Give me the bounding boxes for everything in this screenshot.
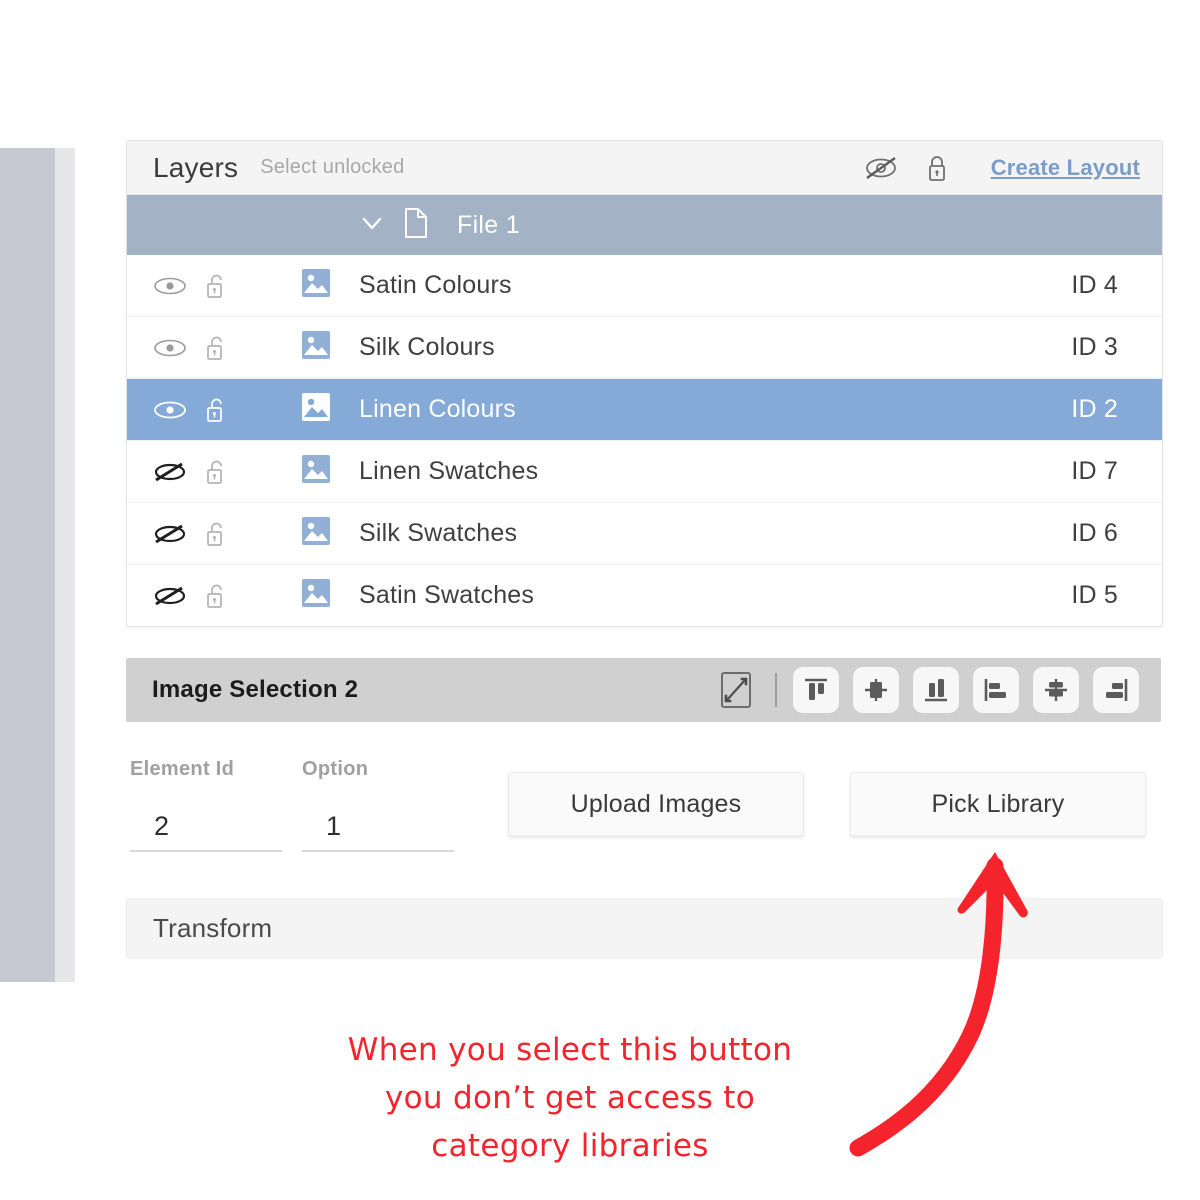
fit-to-frame-icon[interactable] [713, 667, 759, 713]
layer-name: Silk Colours [359, 333, 495, 361]
lock-open-icon[interactable] [199, 396, 233, 424]
page-title: Layers [153, 151, 239, 183]
layer-group-name: File 1 [457, 210, 520, 239]
field-underline [302, 850, 454, 852]
layer-id: ID 3 [1071, 333, 1118, 361]
table-row[interactable]: Satin Swatches ID 5 [127, 565, 1162, 626]
align-center-horizontal-icon[interactable] [853, 667, 899, 713]
element-id-input[interactable]: 2 [130, 811, 282, 842]
layers-subtitle: Select unlocked [260, 156, 405, 178]
left-panel-strip-light [55, 148, 75, 982]
toolbar-divider [775, 673, 777, 707]
alignment-tool-group [699, 667, 1139, 713]
align-center-vertical-icon[interactable] [1033, 667, 1079, 713]
table-row[interactable]: Linen Colours ID 2 [127, 379, 1162, 441]
option-field[interactable]: Option 1 [302, 758, 454, 852]
image-icon [301, 454, 331, 489]
chevron-down-icon[interactable] [359, 210, 385, 241]
lock-open-icon[interactable] [199, 458, 233, 486]
image-icon [301, 392, 331, 427]
image-icon [301, 578, 331, 613]
image-icon [301, 268, 331, 303]
annotation-text: When you select this button you don’t ge… [250, 1026, 890, 1170]
eye-icon[interactable] [147, 399, 193, 421]
eye-icon[interactable] [147, 337, 193, 359]
layer-id: ID 4 [1071, 271, 1118, 299]
image-icon [301, 330, 331, 365]
annotation-line-1: When you select this button [347, 1032, 793, 1068]
align-top-icon[interactable] [793, 667, 839, 713]
pick-library-button[interactable]: Pick Library [850, 772, 1146, 836]
image-selection-toolbar: Image Selection 2 [126, 658, 1161, 722]
element-id-label: Element Id [130, 758, 235, 780]
annotation-line-2: you don’t get access to [384, 1080, 756, 1116]
layer-name: Linen Colours [359, 395, 516, 423]
element-id-field[interactable]: Element Id 2 [130, 758, 282, 852]
layer-id: ID 7 [1071, 457, 1118, 485]
table-row[interactable]: Silk Colours ID 3 [127, 317, 1162, 379]
table-row[interactable]: Linen Swatches ID 7 [127, 441, 1162, 503]
align-right-icon[interactable] [1093, 667, 1139, 713]
table-row[interactable]: Silk Swatches ID 6 [127, 503, 1162, 565]
layer-name: Satin Colours [359, 271, 512, 299]
lock-closed-icon[interactable] [925, 153, 949, 183]
lock-open-icon[interactable] [199, 582, 233, 610]
file-icon [403, 207, 429, 244]
align-bottom-icon[interactable] [913, 667, 959, 713]
layer-id: ID 2 [1071, 395, 1118, 423]
selection-title: Image Selection 2 [152, 676, 359, 703]
lock-open-icon[interactable] [199, 520, 233, 548]
option-label: Option [302, 758, 369, 780]
layer-name: Satin Swatches [359, 581, 535, 609]
upload-images-button[interactable]: Upload Images [508, 772, 804, 836]
transform-section[interactable]: Transform [126, 898, 1163, 958]
eye-slash-icon[interactable] [147, 584, 193, 608]
layers-panel-header: Layers Select unlocked Create Layout [127, 141, 1162, 195]
eye-slash-icon[interactable] [147, 522, 193, 546]
layer-name: Silk Swatches [359, 519, 518, 547]
screenshot-root: Layers Select unlocked Create Layout Fil… [0, 0, 1200, 1200]
create-layout-link[interactable]: Create Layout [991, 155, 1140, 181]
transform-title: Transform [153, 912, 273, 943]
table-row[interactable]: Satin Colours ID 4 [127, 255, 1162, 317]
eye-icon[interactable] [147, 275, 193, 297]
layer-id: ID 5 [1071, 581, 1118, 609]
image-icon [301, 516, 331, 551]
layer-id: ID 6 [1071, 519, 1118, 547]
align-left-icon[interactable] [973, 667, 1019, 713]
layers-panel: Layers Select unlocked Create Layout Fil… [126, 140, 1163, 627]
eye-slash-icon[interactable] [147, 460, 193, 484]
layer-group-file-1[interactable]: File 1 [127, 195, 1162, 255]
option-input[interactable]: 1 [302, 811, 454, 842]
lock-open-icon[interactable] [199, 272, 233, 300]
layer-name: Linen Swatches [359, 457, 539, 485]
lock-open-icon[interactable] [199, 334, 233, 362]
field-underline [130, 850, 282, 852]
left-panel-strip [0, 148, 55, 982]
annotation-line-3: category libraries [431, 1128, 709, 1164]
eye-slash-icon[interactable] [863, 155, 899, 181]
